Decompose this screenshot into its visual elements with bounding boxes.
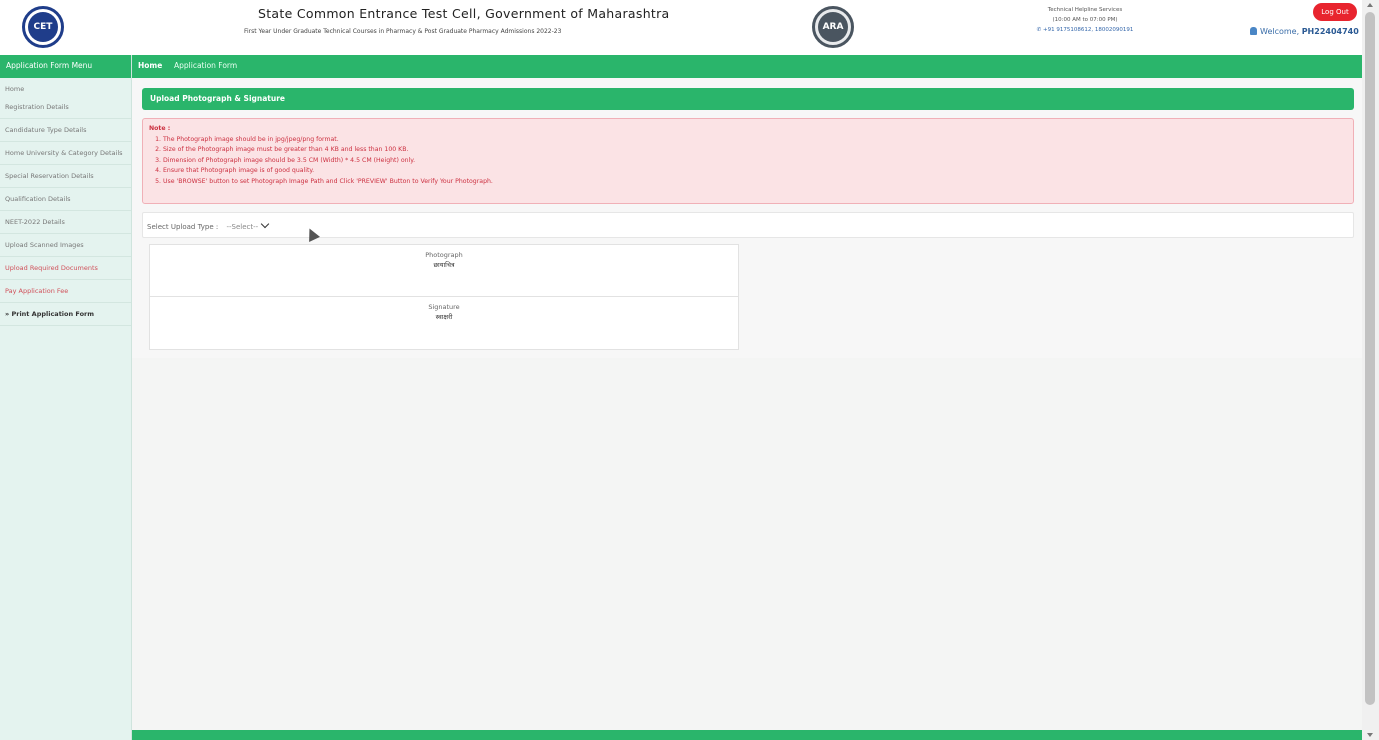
photograph-label-marathi: छायाचित्र <box>433 261 455 269</box>
note-item: Use 'BROWSE' button to set Photograph Im… <box>163 177 1347 188</box>
main-content: Upload Photograph & Signature Note : The… <box>132 78 1362 730</box>
note-item: Size of the Photograph image must be gre… <box>163 145 1347 156</box>
sidebar-item-upload-images[interactable]: Upload Scanned Images <box>0 234 131 257</box>
user-id: PH22404740 <box>1301 27 1359 36</box>
print-icon: » <box>5 310 10 318</box>
note-item: Ensure that Photograph image is of good … <box>163 166 1347 177</box>
scroll-down-icon[interactable] <box>1367 733 1373 737</box>
note-list: The Photograph image should be in jpg/jp… <box>163 135 1347 188</box>
signature-label: Signature <box>428 303 460 311</box>
welcome-text: Welcome, PH22404740 <box>1250 27 1359 36</box>
photograph-label: Photograph <box>425 251 463 259</box>
header-title: State Common Entrance Test Cell, Governm… <box>258 6 670 21</box>
scroll-up-icon[interactable] <box>1367 3 1373 7</box>
cet-logo-text: CET <box>28 12 58 42</box>
scrollbar-thumb[interactable] <box>1365 12 1375 705</box>
breadcrumb-current: Application Form <box>174 61 238 70</box>
helpline-phone: ✆ +91 9175108612, 18002090191 <box>1036 27 1134 33</box>
note-item: Dimension of Photograph image should be … <box>163 156 1347 167</box>
sidebar-item-home-university[interactable]: Home University & Category Details <box>0 142 131 165</box>
sidebar-item-home[interactable]: Home <box>0 78 131 96</box>
breadcrumb-home[interactable]: Home <box>138 61 162 70</box>
sidebar-item-special-reservation[interactable]: Special Reservation Details <box>0 165 131 188</box>
page-header: CET State Common Entrance Test Cell, Gov… <box>0 0 1362 55</box>
sidebar-item-candidature-type[interactable]: Candidature Type Details <box>0 119 131 142</box>
header-subtitle: First Year Under Graduate Technical Cour… <box>244 28 562 35</box>
ara-logo: ARA <box>812 6 854 48</box>
sidebar: Application Form Menu Home Registration … <box>0 55 132 740</box>
upload-type-row: Select Upload Type : --Select-- <box>142 212 1354 238</box>
note-label: Note : <box>149 125 171 132</box>
sidebar-item-registration-details[interactable]: Registration Details <box>0 96 131 119</box>
sidebar-item-upload-documents[interactable]: Upload Required Documents <box>0 257 131 280</box>
panel-title: Upload Photograph & Signature <box>142 88 1354 110</box>
upload-preview-table: Photograph छायाचित्र Signature स्वाक्षरी <box>149 244 739 350</box>
signature-cell: Signature स्वाक्षरी <box>150 297 738 349</box>
sidebar-title: Application Form Menu <box>0 55 131 78</box>
cet-logo: CET <box>22 6 64 48</box>
user-icon <box>1250 27 1257 35</box>
helpline-info: Technical Helpline Services (10:00 AM to… <box>1010 5 1160 35</box>
chevron-down-icon <box>260 219 270 229</box>
welcome-label: Welcome, <box>1260 27 1300 36</box>
photograph-cell: Photograph छायाचित्र <box>150 245 738 297</box>
logout-button[interactable]: Log Out <box>1313 3 1357 21</box>
sidebar-item-neet[interactable]: NEET-2022 Details <box>0 211 131 234</box>
signature-label-marathi: स्वाक्षरी <box>435 313 453 321</box>
sidebar-item-print-label: Print Application Form <box>11 310 95 318</box>
upload-type-select[interactable]: --Select-- <box>226 219 270 231</box>
helpline-hours: (10:00 AM to 07:00 PM) <box>1052 17 1118 23</box>
page-footer <box>132 730 1362 740</box>
ara-logo-text: ARA <box>818 12 848 42</box>
helpline-phone-number: +91 9175108612, 18002090191 <box>1043 27 1134 33</box>
breadcrumb: Home Application Form <box>132 55 1362 78</box>
sidebar-item-qualification[interactable]: Qualification Details <box>0 188 131 211</box>
note-box: Note : The Photograph image should be in… <box>142 118 1354 204</box>
upload-type-label: Select Upload Type : <box>147 223 219 231</box>
sidebar-item-pay-fee[interactable]: Pay Application Fee <box>0 280 131 303</box>
upload-type-value: --Select-- <box>226 223 259 231</box>
helpline-title: Technical Helpline Services <box>1047 7 1123 13</box>
note-item: The Photograph image should be in jpg/jp… <box>163 135 1347 146</box>
sidebar-item-print-form[interactable]: » Print Application Form <box>0 303 131 326</box>
